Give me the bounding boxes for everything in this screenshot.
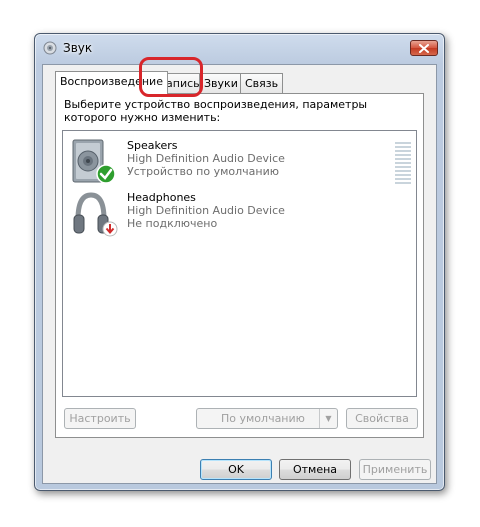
button-label: OK [228, 463, 244, 476]
volume-meter [395, 142, 411, 188]
speakers-icon [72, 139, 116, 184]
tab-sounds[interactable]: Звуки [199, 73, 243, 93]
button-label: Применить [362, 463, 428, 476]
device-driver: High Definition Audio Device [127, 204, 285, 217]
configure-button[interactable]: Настроить [64, 408, 136, 429]
instruction-text: Выберите устройство воспроизведения, пар… [64, 98, 368, 124]
recording-tab-highlight-ring [139, 57, 203, 97]
button-label: Отмена [292, 463, 338, 476]
device-list[interactable]: Speakers High Definition Audio Device Ус… [62, 130, 417, 397]
close-button[interactable] [410, 40, 438, 56]
device-status: Не подключено [127, 217, 218, 230]
chevron-down-icon[interactable]: ▼ [319, 409, 337, 428]
cancel-button[interactable]: Отмена [279, 459, 351, 480]
sound-dialog-window: Звук Воспроизведение Запись Звуки Связь … [34, 33, 445, 491]
ok-button[interactable]: OK [200, 459, 272, 480]
device-driver: High Definition Audio Device [127, 152, 285, 165]
button-label: Настроить [69, 412, 131, 425]
device-name: Headphones [127, 191, 196, 204]
apply-button[interactable]: Применить [359, 459, 431, 480]
device-name: Speakers [127, 139, 178, 152]
title-bar[interactable]: Звук [35, 34, 444, 60]
close-icon [419, 43, 429, 53]
default-check-icon [96, 164, 116, 184]
list-item-speakers[interactable]: Speakers High Definition Audio Device Ус… [69, 137, 411, 189]
list-item-headphones[interactable]: Headphones High Definition Audio Device … [69, 189, 399, 241]
window-title: Звук [63, 41, 93, 55]
button-label: Свойства [355, 412, 409, 425]
button-label: По умолчанию [221, 412, 305, 425]
properties-button[interactable]: Свойства [346, 408, 418, 429]
headphones-icon [73, 192, 118, 237]
tab-panel-playback: Выберите устройство воспроизведения, пар… [55, 93, 424, 438]
device-status: Устройство по умолчанию [127, 165, 280, 178]
tab-communications[interactable]: Связь [240, 73, 284, 93]
dialog-client-area: Воспроизведение Запись Звуки Связь Выбер… [42, 64, 437, 484]
speaker-icon [43, 41, 57, 55]
tab-label: Звуки [204, 77, 238, 90]
set-default-split-button[interactable]: По умолчанию ▼ [196, 408, 338, 429]
tab-label: Связь [245, 77, 279, 90]
disconnected-arrow-icon [102, 221, 118, 237]
